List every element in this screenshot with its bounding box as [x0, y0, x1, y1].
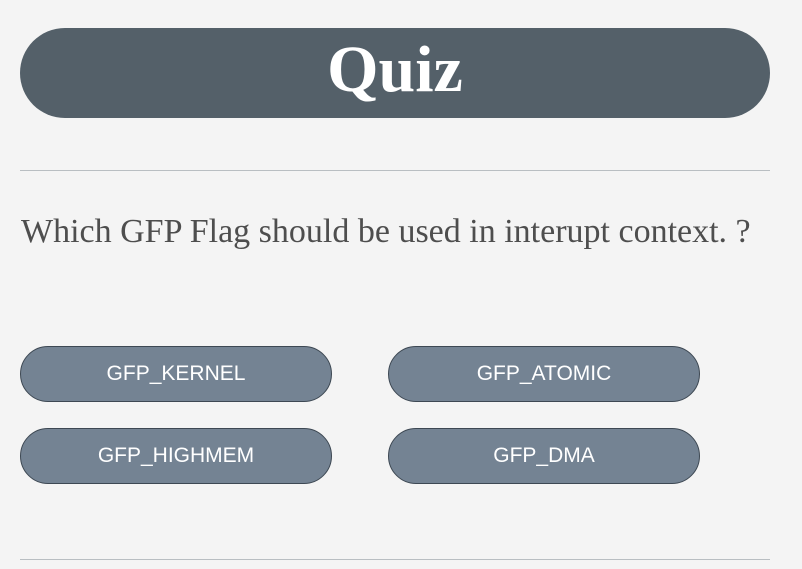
- quiz-title-bar: Quiz: [20, 28, 770, 118]
- top-divider: [20, 170, 770, 171]
- answer-option-gfp-highmem[interactable]: GFP_HIGHMEM: [20, 428, 332, 484]
- question-text: Which GFP Flag should be used in interup…: [21, 213, 751, 250]
- bottom-divider: [20, 559, 770, 560]
- quiz-title: Quiz: [327, 33, 463, 106]
- answer-option-gfp-kernel[interactable]: GFP_KERNEL: [20, 346, 332, 402]
- answer-option-gfp-dma[interactable]: GFP_DMA: [388, 428, 700, 484]
- answer-option-gfp-atomic[interactable]: GFP_ATOMIC: [388, 346, 700, 402]
